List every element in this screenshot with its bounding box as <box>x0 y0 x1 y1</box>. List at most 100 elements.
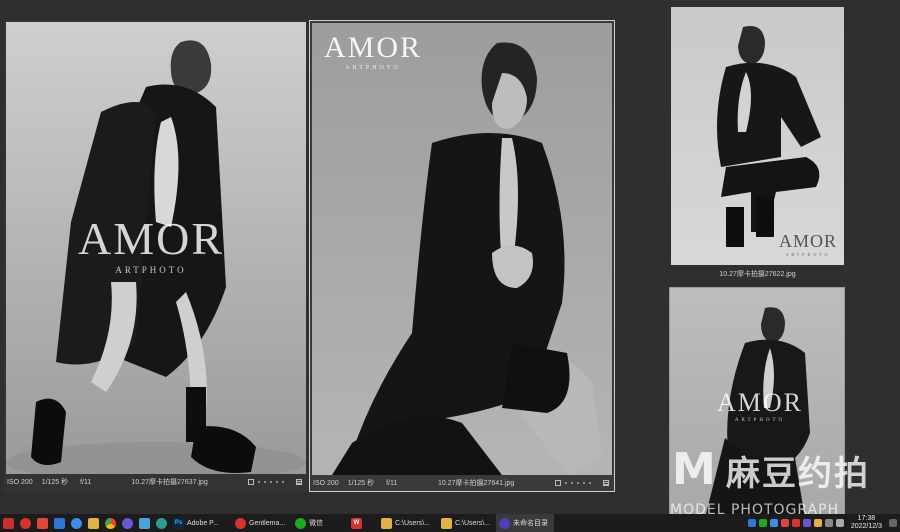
taskbar-photoshop[interactable]: Ps Adobe P... <box>170 514 232 532</box>
taskbar-unnamed-catalog[interactable]: 未命名目录 <box>496 514 554 532</box>
taskbar-netease-music[interactable]: Gentlema... <box>232 514 292 532</box>
watermark-subtitle: ARTPHOTO <box>115 265 187 275</box>
netease-music-icon <box>235 517 246 529</box>
photo-filename: 10.27摩卡拍摄27637.jpg <box>131 479 208 486</box>
tray-app-icon[interactable] <box>813 519 822 527</box>
wps-icon: W <box>351 517 362 529</box>
taskbar-app-network[interactable] <box>136 514 153 532</box>
taskbar-app-chrome[interactable] <box>102 514 119 532</box>
taskbar-app-store[interactable] <box>51 514 68 532</box>
app-icon <box>122 517 133 529</box>
photo-3-filename: 10.27摩卡拍摄27622.jpg <box>719 271 796 278</box>
wechat-label: 微信 <box>309 520 323 527</box>
watermark-3: AMOR ARTPHOTO <box>775 231 841 257</box>
watermark-2: AMOR ARTPHOTO <box>318 31 428 71</box>
aperture-value: f/11 <box>80 478 92 486</box>
clock-time: 17:38 <box>857 515 876 522</box>
search-app-icon <box>156 517 167 529</box>
thumbnail-cell-2-selected[interactable]: AMOR ARTPHOTO ISO 200 1/125 秒 f/11 10.27… <box>309 20 615 492</box>
watermark-title: AMOR <box>77 213 225 264</box>
cloud-icon <box>71 517 82 529</box>
tray-app-icon[interactable] <box>791 519 800 527</box>
watermark-title: AMOR <box>323 31 422 64</box>
wechat-icon <box>295 517 306 529</box>
flag-checkbox[interactable] <box>248 479 254 485</box>
taskbar-app-video[interactable] <box>34 514 51 532</box>
taskbar-wechat[interactable]: 微信 <box>292 514 348 532</box>
photo-1[interactable]: AMOR ARTPHOTO <box>6 22 306 474</box>
watermark-title: AMOR <box>778 231 837 251</box>
tray-app-icon[interactable] <box>780 519 789 527</box>
photo-2-image <box>312 23 612 475</box>
taskbar-explorer-2[interactable]: C:\Users\... <box>438 514 496 532</box>
metadata-icon[interactable] <box>296 479 302 485</box>
tray-app-icon[interactable] <box>747 519 756 527</box>
iso-value: ISO 200 <box>313 479 339 487</box>
rating-dot-icon[interactable] <box>276 481 278 483</box>
tray-app-icon[interactable] <box>802 519 811 527</box>
system-tray: 17:38 2022/12/3 <box>747 514 900 532</box>
watermark-subtitle: ARTPHOTO <box>345 65 401 71</box>
aperture-value: f/11 <box>386 479 398 487</box>
rating-dot-icon[interactable] <box>258 481 260 483</box>
volume-icon[interactable] <box>835 519 844 527</box>
tray-cloud-icon[interactable] <box>769 519 778 527</box>
rating-dot-icon[interactable] <box>565 482 567 484</box>
taskbar-app-cloud[interactable] <box>68 514 85 532</box>
taskbar-explorer-1[interactable]: C:\Users\... <box>378 514 438 532</box>
folder-icon <box>441 517 452 529</box>
explorer-2-label: C:\Users\... <box>455 519 491 527</box>
photo-filename: 10.27摩卡拍摄27641.jpg <box>438 480 515 487</box>
start-button[interactable] <box>0 514 17 532</box>
chrome-icon <box>105 517 116 529</box>
rating-dot-icon[interactable] <box>264 481 266 483</box>
windows-start-icon <box>3 517 14 529</box>
photo-1-meta-bar: ISO 200 1/125 秒 f/11 10.27摩卡拍摄27637.jpg <box>4 474 307 490</box>
photoshop-icon: Ps <box>173 517 184 529</box>
watermark-subtitle: ARTPHOTO <box>734 418 786 423</box>
rating-dot-icon[interactable] <box>577 482 579 484</box>
watermark-4: AMOR ARTPHOTO <box>715 388 805 423</box>
photo-2-meta-bar: ISO 200 1/125 秒 f/11 10.27摩卡拍摄27641.jpg <box>310 475 614 491</box>
thumbnail-cell-1[interactable]: AMOR ARTPHOTO ISO 200 1/125 秒 f/11 10.27… <box>4 20 307 492</box>
folder-icon <box>88 517 99 529</box>
photo-3[interactable]: AMOR ARTPHOTO <box>671 7 844 265</box>
clock[interactable]: 17:38 2022/12/3 <box>851 515 882 531</box>
taskbar-app-record[interactable] <box>17 514 34 532</box>
photoshop-label: Adobe P... <box>187 519 219 527</box>
clock-date: 2022/12/3 <box>850 523 882 530</box>
network-icon <box>139 517 150 529</box>
tray-wechat-icon[interactable] <box>758 519 767 527</box>
notification-icon[interactable] <box>889 519 897 527</box>
network-status-icon[interactable] <box>824 519 833 527</box>
taskbar-app-search[interactable] <box>153 514 170 532</box>
watermark-1: AMOR ARTPHOTO <box>66 212 236 275</box>
unnamed-catalog-label: 未命名目录 <box>513 520 548 527</box>
rating-dot-icon[interactable] <box>571 482 573 484</box>
iso-value: ISO 200 <box>7 478 33 486</box>
flag-checkbox[interactable] <box>555 480 561 486</box>
shutter-value: 1/125 秒 <box>41 479 69 486</box>
taskbar-wps[interactable]: W <box>348 514 378 532</box>
watermark-subtitle: ARTPHOTO <box>785 252 831 257</box>
metadata-icon[interactable] <box>603 480 609 486</box>
taskbar-app-folder[interactable] <box>85 514 102 532</box>
folder-icon <box>381 517 392 529</box>
netease-label: Gentlema... <box>249 519 286 527</box>
photo-browser-window: AMOR ARTPHOTO ISO 200 1/125 秒 f/11 10.27… <box>0 0 900 532</box>
shutter-value: 1/125 秒 <box>347 480 375 487</box>
watermark-title: AMOR <box>716 388 803 417</box>
taskbar-app-purple[interactable] <box>119 514 136 532</box>
rating-dot-icon[interactable] <box>282 481 284 483</box>
photo-3-image <box>671 7 844 265</box>
photo-2[interactable]: AMOR ARTPHOTO <box>312 23 612 475</box>
catalog-icon <box>499 517 510 529</box>
rating-dot-icon[interactable] <box>583 482 585 484</box>
rating-dot-icon[interactable] <box>270 481 272 483</box>
rating-dot-icon[interactable] <box>589 482 591 484</box>
photo-4[interactable]: AMOR ARTPHOTO <box>669 287 845 517</box>
taskbar: Ps Adobe P... Gentlema... 微信 W C:\Users\… <box>0 514 900 532</box>
store-icon <box>54 517 65 529</box>
record-icon <box>20 517 31 529</box>
video-icon <box>37 517 48 529</box>
